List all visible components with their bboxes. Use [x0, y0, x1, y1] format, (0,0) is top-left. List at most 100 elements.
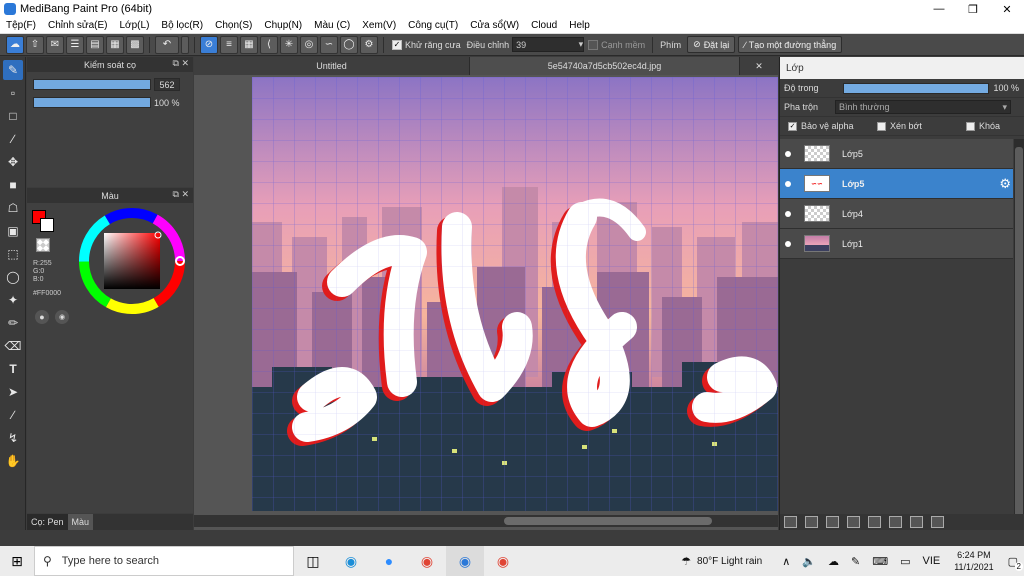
menu-select[interactable]: Chọn(S): [209, 20, 258, 31]
duplicate-layer-icon[interactable]: [889, 516, 902, 528]
zoom-icon[interactable]: ●: [370, 546, 408, 576]
blend-mode-select[interactable]: Bình thường ▾: [835, 100, 1012, 114]
circle-snap-icon[interactable]: ◎: [300, 35, 318, 54]
page-icon[interactable]: ▤: [86, 35, 104, 54]
hand-tool-icon[interactable]: ✋: [3, 451, 23, 471]
layer-item[interactable]: Lớp4: [780, 199, 1013, 229]
vanishing-point-icon[interactable]: ⟨: [260, 35, 278, 54]
shape-tool-icon[interactable]: □: [3, 106, 23, 126]
add-layer-menu-icon[interactable]: [847, 516, 860, 528]
menu-snap[interactable]: Chụp(N): [258, 20, 308, 31]
eyedropper-tool-icon[interactable]: ↯: [3, 428, 23, 448]
visibility-icon[interactable]: [785, 180, 791, 187]
page-manage-icon[interactable]: ▦: [106, 35, 124, 54]
medibang-icon[interactable]: ◉: [446, 546, 484, 576]
move-tool-icon[interactable]: ✥: [3, 152, 23, 172]
soft-edge-checkbox[interactable]: [588, 39, 599, 50]
reset-button[interactable]: ⊘ Đặt lại: [687, 36, 736, 53]
close-icon[interactable]: ✕: [990, 0, 1024, 18]
folder-icon[interactable]: [868, 516, 881, 528]
comment-icon[interactable]: ✉: [46, 35, 64, 54]
network-icon[interactable]: ▭: [900, 555, 910, 568]
visibility-icon[interactable]: [785, 210, 791, 217]
menu-window[interactable]: Cửa sổ(W): [464, 20, 525, 31]
palette-icon[interactable]: ●: [35, 310, 49, 324]
divide-tool-icon[interactable]: ∕: [3, 405, 23, 425]
menu-file[interactable]: Tệp(F): [0, 20, 42, 31]
layer-item[interactable]: Lớp1: [780, 229, 1013, 259]
text-tool-icon[interactable]: T: [3, 359, 23, 379]
menu-view[interactable]: Xem(V): [356, 20, 402, 31]
select-pen-icon[interactable]: ✏: [3, 313, 23, 333]
panel-controls-icon[interactable]: ⧉ ✕: [173, 58, 189, 69]
layer-item[interactable]: Lớp5: [780, 139, 1013, 169]
secondary-color-swatch[interactable]: [40, 218, 54, 232]
menu-filter[interactable]: Bộ lọc(R): [155, 20, 209, 31]
scrollbar-thumb[interactable]: [1015, 147, 1023, 517]
layer-item-selected[interactable]: ∽∽ Lớp5 ⚙: [780, 169, 1013, 199]
scrollbar-thumb[interactable]: [504, 517, 712, 525]
antialias-checkbox[interactable]: ✓: [392, 39, 402, 50]
artwork-canvas[interactable]: [252, 77, 778, 511]
eraser-tool-icon[interactable]: ▫: [3, 83, 23, 103]
menu-cloud[interactable]: Cloud: [525, 20, 563, 31]
cross-snap-icon[interactable]: ▦: [240, 35, 258, 54]
curve-snap-icon[interactable]: ∽: [320, 35, 338, 54]
fill-tool-icon[interactable]: ☖: [3, 198, 23, 218]
visibility-icon[interactable]: [785, 240, 791, 247]
close-tab-icon[interactable]: ✕: [740, 57, 778, 75]
chevron-up-icon[interactable]: ∧: [782, 555, 790, 568]
task-view-icon[interactable]: ◫: [294, 546, 332, 576]
select-eraser-icon[interactable]: ⌫: [3, 336, 23, 356]
weather-icon[interactable]: ☂: [681, 555, 691, 568]
visibility-icon[interactable]: [785, 150, 791, 157]
volume-icon[interactable]: 🔈: [802, 555, 816, 568]
clock[interactable]: 6:24 PM 11/1/2021: [954, 549, 993, 573]
tab-untitled[interactable]: Untitled: [194, 57, 470, 75]
lock-checkbox[interactable]: [966, 121, 975, 131]
weather-text[interactable]: 80°F Light rain: [697, 556, 762, 567]
radial-snap-icon[interactable]: ✳: [280, 35, 298, 54]
minimize-icon[interactable]: —: [922, 0, 956, 18]
brush-tool-icon[interactable]: ✎: [3, 60, 23, 80]
snap-settings-icon[interactable]: ⚙: [360, 35, 378, 54]
taskbar-search[interactable]: ⚲ Type here to search: [34, 546, 294, 576]
restore-icon[interactable]: ❐: [956, 0, 990, 18]
chrome-icon[interactable]: ◉: [408, 546, 446, 576]
tab-image-file[interactable]: 5e54740a7d5cb502ec4d.jpg: [470, 57, 740, 75]
gradient-tool-icon[interactable]: ▣: [3, 221, 23, 241]
chrome-icon[interactable]: ◉: [484, 546, 522, 576]
merge-layer-icon[interactable]: [910, 516, 923, 528]
new-layer-icon[interactable]: [784, 516, 797, 528]
notifications-icon[interactable]: ▢ 2: [1008, 555, 1023, 571]
color-picker-icon[interactable]: ◉: [55, 310, 69, 324]
rect-tool-icon[interactable]: ■: [3, 175, 23, 195]
color-wheel[interactable]: [77, 206, 187, 316]
tab-color[interactable]: Màu: [67, 514, 94, 530]
grid-icon[interactable]: ▩: [126, 35, 144, 54]
brush-size-slider[interactable]: [33, 79, 151, 90]
panel-controls-icon[interactable]: ⧉ ✕: [173, 189, 189, 200]
new-halftone-layer-icon[interactable]: [805, 516, 818, 528]
snap-off-icon[interactable]: ⊘: [200, 35, 218, 54]
brush-opacity-slider[interactable]: [33, 97, 151, 108]
menu-help[interactable]: Help: [563, 20, 596, 31]
magic-wand-icon[interactable]: ✦: [3, 290, 23, 310]
language-indicator[interactable]: VIE: [922, 555, 940, 567]
layer-scrollbar[interactable]: [1014, 139, 1024, 519]
clipping-checkbox[interactable]: [877, 121, 886, 131]
horizontal-scrollbar[interactable]: [194, 515, 778, 527]
trash-icon[interactable]: [931, 516, 944, 528]
pen-icon[interactable]: ✎: [851, 555, 860, 568]
select-tool-icon[interactable]: ⬚: [3, 244, 23, 264]
layer-opacity-slider[interactable]: [842, 82, 989, 94]
gear-icon[interactable]: ⚙: [999, 176, 1011, 192]
straight-line-button[interactable]: ∕ Tạo một đường thẳng: [738, 36, 843, 53]
operation-tool-icon[interactable]: ➤: [3, 382, 23, 402]
undo-menu-icon[interactable]: [181, 35, 189, 54]
menu-layer[interactable]: Lớp(L): [114, 20, 156, 31]
keyboard-icon[interactable]: ⌨: [872, 555, 888, 568]
correction-select[interactable]: 39 ▾: [512, 37, 585, 52]
dot-pen-tool-icon[interactable]: ∕: [3, 129, 23, 149]
lasso-tool-icon[interactable]: ◯: [3, 267, 23, 287]
